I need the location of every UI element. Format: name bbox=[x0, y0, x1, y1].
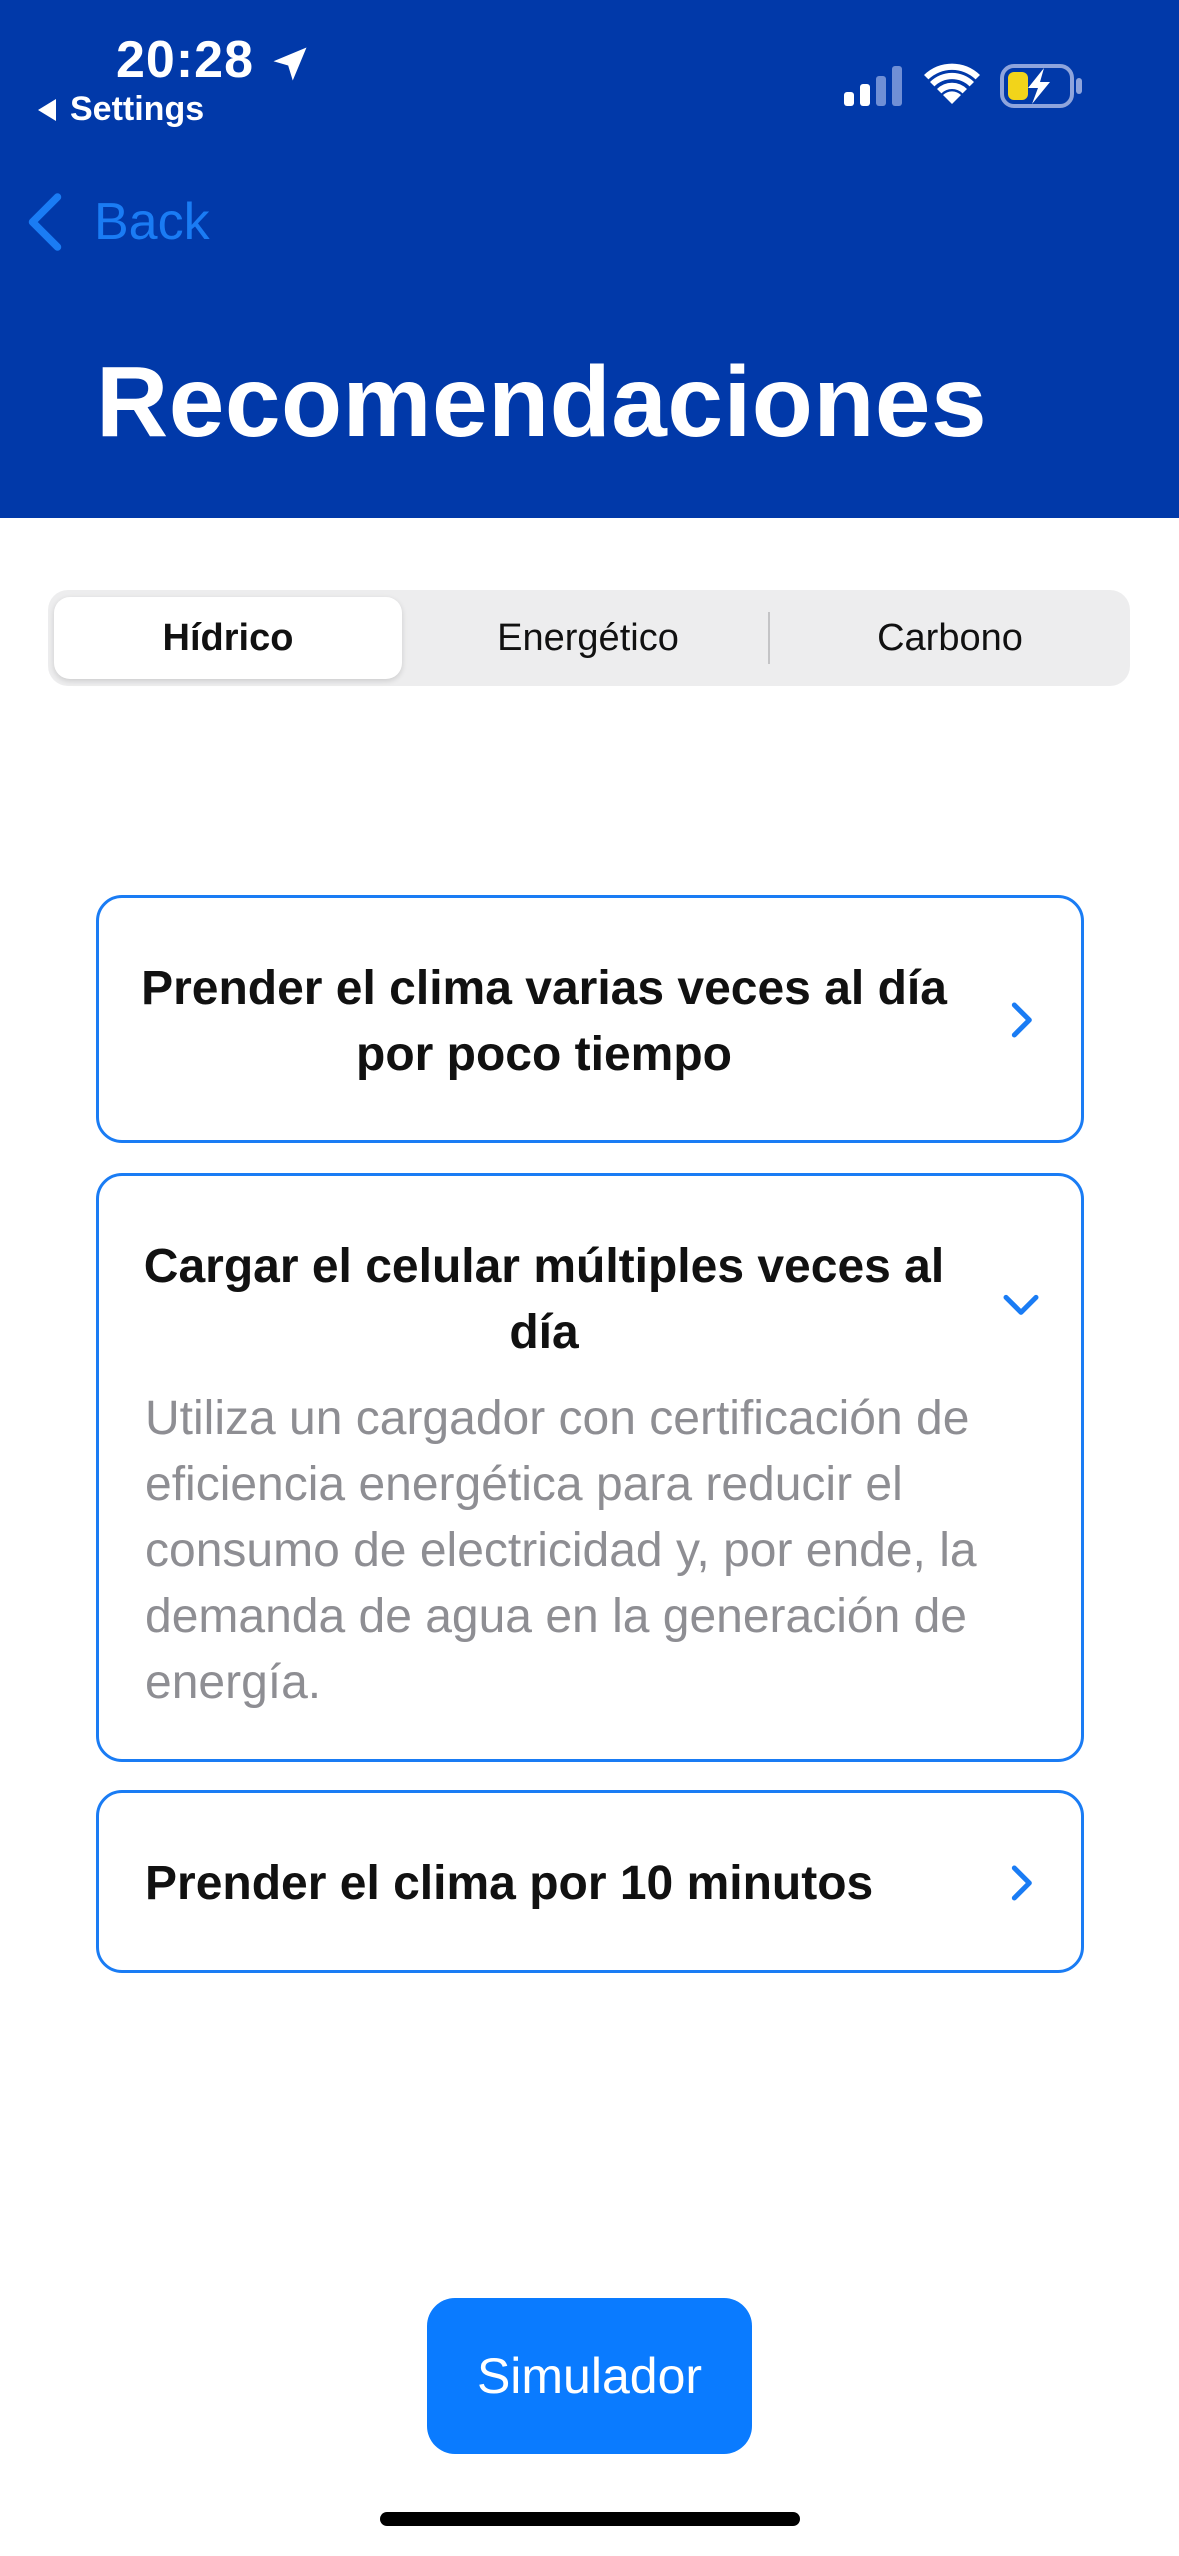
segment-divider bbox=[768, 612, 770, 664]
page-title: Recomendaciones bbox=[96, 346, 988, 458]
wifi-icon bbox=[924, 63, 980, 104]
recommendation-card[interactable]: Prender el clima por 10 minutos bbox=[96, 1790, 1084, 1973]
battery-charging-icon bbox=[1000, 64, 1082, 108]
recommendation-title: Prender el clima por 10 minutos bbox=[145, 1857, 874, 1910]
simulator-button[interactable]: Simulador bbox=[427, 2298, 752, 2454]
recommendation-card-expanded[interactable]: Cargar el celular múltiples veces al día… bbox=[96, 1173, 1084, 1762]
chevron-right-icon bbox=[1011, 1002, 1032, 1038]
tab-carbono[interactable]: Carbono bbox=[776, 597, 1124, 679]
category-segmented-control: Hídrico Energético Carbono bbox=[48, 590, 1130, 686]
chevron-down-icon bbox=[1003, 1294, 1039, 1315]
recommendation-title: Prender el clima varias veces al día por… bbox=[141, 962, 947, 1081]
header: 20:28 Settings Back Recomendaciones bbox=[0, 0, 1179, 518]
chevron-right-icon bbox=[1011, 1865, 1032, 1901]
status-back-label: Settings bbox=[70, 90, 205, 128]
back-button[interactable]: Back bbox=[24, 192, 210, 252]
recommendation-title: Cargar el celular múltiples veces al día bbox=[143, 1240, 945, 1359]
back-triangle-icon bbox=[38, 98, 56, 121]
tab-hidrico[interactable]: Hídrico bbox=[54, 597, 402, 679]
cellular-signal-icon bbox=[844, 66, 902, 106]
back-button-label: Back bbox=[94, 193, 210, 251]
chevron-left-icon bbox=[28, 193, 62, 251]
recommendation-card[interactable]: Prender el clima varias veces al día por… bbox=[96, 895, 1084, 1143]
recommendation-detail: Utiliza un cargador con certificación de… bbox=[145, 1392, 977, 1709]
status-back-to-settings[interactable]: Settings bbox=[38, 90, 204, 129]
tab-energetico[interactable]: Energético bbox=[414, 597, 762, 679]
home-indicator[interactable] bbox=[380, 2512, 800, 2526]
location-arrow-icon bbox=[273, 47, 307, 81]
status-time: 20:28 bbox=[116, 31, 254, 89]
